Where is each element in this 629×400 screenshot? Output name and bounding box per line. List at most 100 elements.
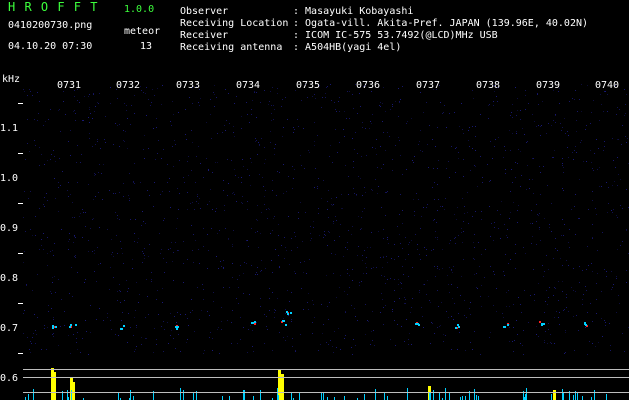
noise-speck [369,128,370,129]
noise-speck [620,205,621,206]
noise-speck [472,349,473,350]
observer-value: : Masayuki Kobayashi [293,6,414,17]
noise-speck [405,299,406,300]
noise-speck [124,300,125,301]
noise-speck [397,324,398,325]
noise-speck [68,249,69,250]
noise-speck [48,311,49,312]
noise-speck [532,179,533,180]
noise-speck [187,209,188,210]
noise-speck [251,114,252,115]
noise-speck [334,331,335,332]
noise-speck [211,228,212,229]
noise-speck [217,329,218,330]
noise-speck [228,93,229,94]
noise-speck [187,339,188,340]
noise-speck [320,344,321,345]
noise-speck [217,133,218,134]
noise-speck [282,99,283,100]
level-bar [180,388,181,400]
noise-speck [155,159,156,160]
noise-speck [394,290,395,291]
noise-speck [568,242,569,243]
noise-speck [312,300,313,301]
noise-speck [578,218,579,219]
noise-speck [613,209,614,210]
noise-speck [25,231,26,232]
noise-speck [420,150,421,151]
noise-speck [256,272,257,273]
noise-speck [345,312,346,313]
noise-speck [405,237,406,238]
noise-speck [213,92,214,93]
noise-speck [304,168,305,169]
noise-speck [33,333,34,334]
noise-speck [507,237,508,238]
noise-speck [402,248,403,249]
noise-speck [300,334,301,335]
noise-speck [24,251,25,252]
noise-speck [24,191,25,192]
noise-speck [497,210,498,211]
noise-speck [328,190,329,191]
noise-speck [63,101,64,102]
noise-speck [94,250,95,251]
noise-speck [163,149,164,150]
noise-speck [345,311,346,312]
noise-speck [572,152,573,153]
echo-mark [176,328,178,330]
echo-mark [507,324,509,326]
noise-speck [27,143,28,144]
noise-speck [459,332,460,333]
noise-speck [159,233,160,234]
noise-speck [417,249,418,250]
noise-speck [536,126,537,127]
noise-speck [408,344,409,345]
noise-speck [274,317,275,318]
noise-speck [243,327,244,328]
noise-speck [247,201,248,202]
noise-speck [615,167,616,168]
noise-speck [380,102,381,103]
noise-speck [76,162,77,163]
noise-speck [99,164,100,165]
noise-speck [619,109,620,110]
noise-speck [50,159,51,160]
noise-speck [90,332,91,333]
noise-speck [70,155,71,156]
noise-speck [187,318,188,319]
noise-speck [355,345,356,346]
noise-speck [300,155,301,156]
noise-speck [82,209,83,210]
noise-speck [73,334,74,335]
noise-speck [432,323,433,324]
noise-speck [68,241,69,242]
noise-speck [400,282,401,283]
noise-speck [402,174,403,175]
noise-speck [185,109,186,110]
noise-speck [482,177,483,178]
noise-speck [601,186,602,187]
noise-speck [79,102,80,103]
noise-speck [520,151,521,152]
noise-speck [612,287,613,288]
noise-speck [394,244,395,245]
noise-speck [399,298,400,299]
noise-speck [608,203,609,204]
noise-speck [600,94,601,95]
noise-speck [541,125,542,126]
noise-speck [422,151,423,152]
noise-speck [383,256,384,257]
noise-speck [77,182,78,183]
echo-mark [458,326,460,328]
noise-speck [175,242,176,243]
noise-speck [272,292,273,293]
noise-speck [339,236,340,237]
noise-speck [32,235,33,236]
noise-speck [277,171,278,172]
noise-speck [310,233,311,234]
noise-speck [327,306,328,307]
noise-speck [335,129,336,130]
noise-speck [513,304,514,305]
noise-speck [566,307,567,308]
